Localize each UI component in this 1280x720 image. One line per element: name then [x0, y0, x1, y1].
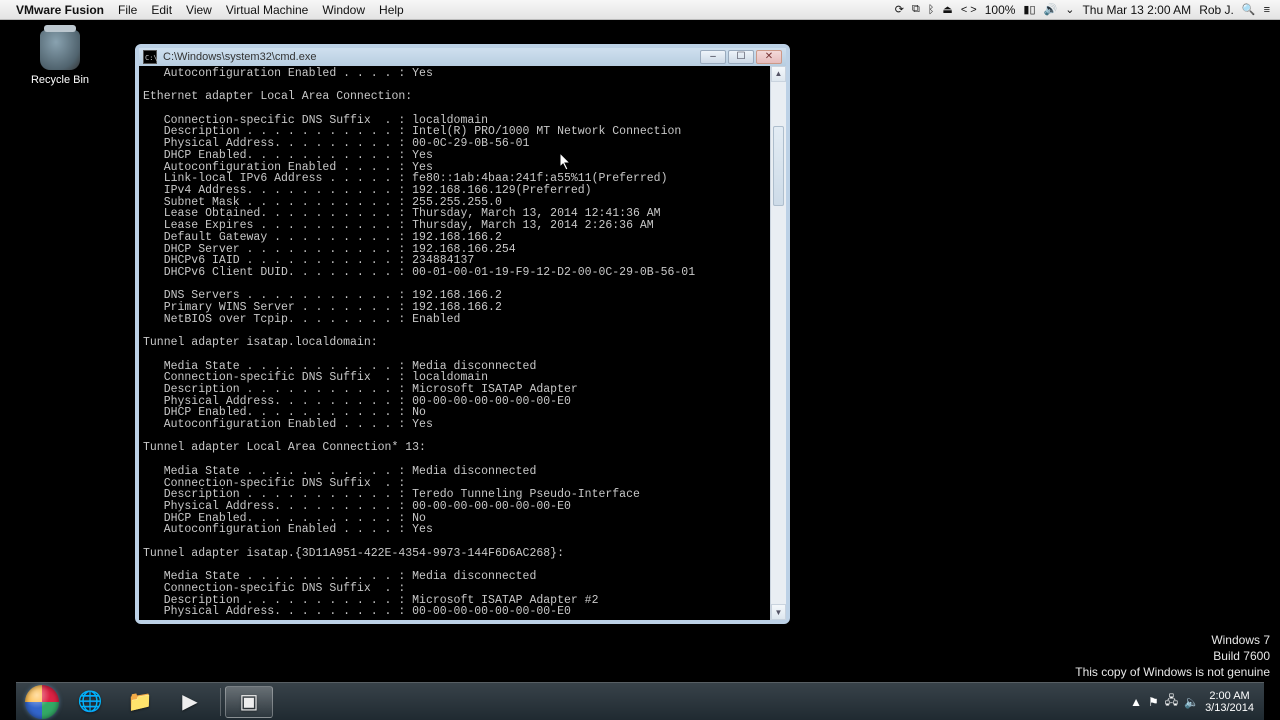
close-button[interactable]: ✕ [756, 50, 782, 64]
sync-icon[interactable]: ⟳ [895, 3, 904, 16]
battery-percent[interactable]: 100% [985, 3, 1016, 17]
bluetooth-icon[interactable]: ᛒ [928, 4, 935, 16]
taskbar-cmd[interactable]: ▣ [225, 686, 273, 718]
recycle-bin-label: Recycle Bin [30, 74, 90, 86]
maximize-button[interactable]: ☐ [728, 50, 754, 64]
menu-help[interactable]: Help [379, 3, 404, 17]
ie-icon: 🌐 [78, 689, 103, 714]
cmd-taskbar-icon: ▣ [240, 689, 259, 714]
menu-file[interactable]: File [118, 3, 137, 17]
media-player-icon: ▶ [182, 689, 197, 714]
battery-icon[interactable]: ▮▯ [1023, 3, 1035, 16]
tray-volume-icon[interactable]: 🔈 [1184, 695, 1199, 709]
windows-taskbar: 🌐 📁 ▶ ▣ ▲ ⚑ 🖧 🔈 2:00 AM 3/13/2014 [16, 682, 1264, 720]
taskbar-clock-date: 3/13/2014 [1205, 702, 1254, 714]
windows-watermark: Windows 7 Build 7600 This copy of Window… [1075, 632, 1270, 680]
taskbar-separator [220, 688, 221, 716]
cmd-icon [143, 50, 157, 64]
spotlight-icon[interactable]: 🔍 [1242, 3, 1256, 16]
taskbar-media-player[interactable]: ▶ [166, 686, 214, 718]
action-center-icon[interactable]: ⚑ [1148, 695, 1159, 709]
start-button[interactable] [20, 686, 64, 718]
cmd-window: C:\Windows\system32\cmd.exe – ☐ ✕ Autoco… [135, 44, 790, 624]
taskbar-ie[interactable]: 🌐 [66, 686, 114, 718]
network-icon[interactable]: 🖧 [1165, 691, 1178, 712]
taskbar-clock-time: 2:00 AM [1205, 690, 1254, 702]
watermark-line2: Build 7600 [1075, 648, 1270, 664]
volume-icon[interactable]: 🔊 [1044, 3, 1058, 16]
mac-app-name[interactable]: VMware Fusion [16, 3, 104, 17]
windows-orb-icon [25, 685, 59, 719]
scroll-up-icon[interactable]: ▲ [771, 66, 786, 82]
menu-edit[interactable]: Edit [151, 3, 172, 17]
cmd-title: C:\Windows\system32\cmd.exe [163, 51, 698, 63]
watermark-line3: This copy of Windows is not genuine [1075, 664, 1270, 680]
recycle-bin-icon [40, 30, 80, 70]
devtools-icon[interactable]: < > [961, 4, 977, 16]
scroll-thumb[interactable] [773, 126, 784, 206]
mac-menubar: VMware Fusion File Edit View Virtual Mac… [0, 0, 1280, 20]
taskbar-explorer[interactable]: 📁 [116, 686, 164, 718]
display-icon[interactable]: ⧉ [912, 3, 920, 16]
recycle-bin[interactable]: Recycle Bin [30, 30, 90, 86]
eject-icon[interactable]: ⏏ [942, 3, 952, 16]
cmd-titlebar[interactable]: C:\Windows\system32\cmd.exe – ☐ ✕ [139, 48, 786, 66]
notifications-icon[interactable]: ≡ [1264, 4, 1270, 16]
mac-user[interactable]: Rob J. [1199, 3, 1234, 17]
taskbar-clock[interactable]: 2:00 AM 3/13/2014 [1205, 690, 1254, 714]
menu-view[interactable]: View [186, 3, 212, 17]
scroll-down-icon[interactable]: ▼ [771, 604, 786, 620]
wifi-icon[interactable]: ⌄ [1065, 3, 1074, 16]
show-hidden-icons-icon[interactable]: ▲ [1130, 695, 1142, 709]
mac-clock[interactable]: Thu Mar 13 2:00 AM [1082, 3, 1191, 17]
menu-virtual-machine[interactable]: Virtual Machine [226, 3, 309, 17]
menu-window[interactable]: Window [322, 3, 365, 17]
watermark-line1: Windows 7 [1075, 632, 1270, 648]
system-tray[interactable]: ▲ ⚑ 🖧 🔈 2:00 AM 3/13/2014 [1124, 690, 1260, 714]
minimize-button[interactable]: – [700, 50, 726, 64]
cmd-output[interactable]: Autoconfiguration Enabled . . . . : Yes … [139, 66, 770, 620]
folder-icon: 📁 [128, 689, 153, 714]
cmd-scrollbar[interactable]: ▲ ▼ [770, 66, 786, 620]
